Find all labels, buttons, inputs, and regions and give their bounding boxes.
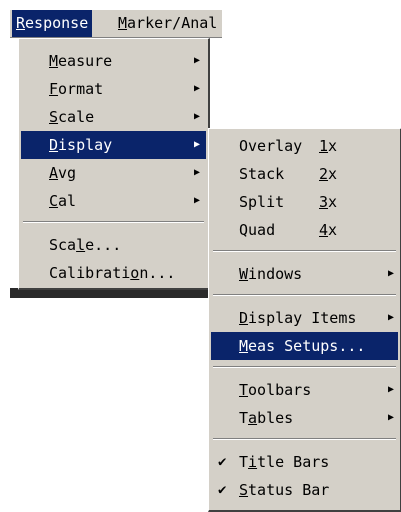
menu-item-meas-setups[interactable]: Meas Setups... (211, 332, 398, 360)
menu-item-tables[interactable]: Tables ▶ (211, 404, 398, 432)
menu-separator (213, 250, 396, 252)
menu-separator (23, 221, 204, 223)
display-submenu: Overlay 1x Stack 2x Split 3x Quad 4x Windows ▶ Dis… (208, 128, 401, 512)
menu-separator (213, 438, 396, 440)
menu-item-label: Scale (49, 108, 95, 126)
menu-item-label: Toolbars (239, 381, 312, 399)
menu-item-measure[interactable]: Measure ▶ (21, 47, 206, 75)
menu-response[interactable]: Response (12, 10, 93, 37)
menu-item-accelerator: 4x (319, 221, 338, 239)
menu-bar: Response Marker/Anal (10, 10, 222, 38)
menu-item-display-items[interactable]: Display Items ▶ (211, 304, 398, 332)
check-icon: ✔ (218, 482, 227, 498)
menu-item-label: Title Bars (239, 453, 330, 471)
arrow-right-icon: ▶ (193, 83, 200, 94)
menu-item-windows[interactable]: Windows ▶ (211, 260, 398, 288)
menu-item-label: Avg (49, 164, 77, 182)
menu-item-calibration[interactable]: Calibration... (21, 259, 206, 287)
menu-item-accelerator: 1x (319, 137, 338, 155)
menu-separator (213, 294, 396, 296)
menu-item-overlay[interactable]: Overlay 1x (211, 132, 398, 160)
menu-item-accelerator: 3x (319, 193, 338, 211)
arrow-right-icon: ▶ (193, 167, 200, 178)
menu-item-avg[interactable]: Avg ▶ (21, 159, 206, 187)
menu-item-label: Split (239, 193, 285, 211)
menu-marker-analysis[interactable]: Marker/Anal (114, 10, 221, 37)
arrow-right-icon: ▶ (387, 268, 394, 279)
arrow-right-icon: ▶ (387, 312, 394, 323)
arrow-right-icon: ▶ (193, 111, 200, 122)
menu-item-stack[interactable]: Stack 2x (211, 160, 398, 188)
menu-item-format[interactable]: Format ▶ (21, 75, 206, 103)
menu-item-title-bars[interactable]: ✔ Title Bars (211, 448, 398, 476)
check-icon: ✔ (218, 454, 227, 470)
menu-item-label: Scale... (49, 236, 122, 254)
response-menu: Measure ▶ Format ▶ Scale ▶ Display ▶ Avg ▶ Cal ▶ Sca… (18, 38, 210, 290)
menu-item-label: Quad (239, 221, 276, 239)
menu-item-label: Measure (49, 52, 113, 70)
arrow-right-icon: ▶ (193, 139, 200, 150)
arrow-right-icon: ▶ (193, 55, 200, 66)
menu-item-quad[interactable]: Quad 4x (211, 216, 398, 244)
menu-item-label: Cal (49, 192, 77, 210)
arrow-right-icon: ▶ (387, 384, 394, 395)
menu-item-label: Format (49, 80, 104, 98)
menu-item-label: Overlay (239, 137, 303, 155)
menu-item-status-bar[interactable]: ✔ Status Bar (211, 476, 398, 504)
menu-separator (213, 366, 396, 368)
menu-item-accelerator: 2x (319, 165, 338, 183)
menu-item-cal[interactable]: Cal ▶ (21, 187, 206, 215)
menu-item-label: Meas Setups... (239, 337, 366, 355)
menu-item-label: Stack (239, 165, 285, 183)
menu-item-label: Status Bar (239, 481, 330, 499)
menu-item-label: Tables (239, 409, 294, 427)
arrow-right-icon: ▶ (387, 412, 394, 423)
menu-item-label: Windows (239, 265, 303, 283)
menu-item-split[interactable]: Split 3x (211, 188, 398, 216)
menu-item-scale[interactable]: Scale... (21, 231, 206, 259)
menu-item-scale[interactable]: Scale ▶ (21, 103, 206, 131)
menu-item-label: Display Items (239, 309, 357, 327)
menu-item-label: Display (49, 136, 113, 154)
menu-item-toolbars[interactable]: Toolbars ▶ (211, 376, 398, 404)
menu-item-label: Calibration... (49, 264, 176, 282)
menu-item-display[interactable]: Display ▶ (21, 131, 206, 159)
arrow-right-icon: ▶ (193, 195, 200, 206)
